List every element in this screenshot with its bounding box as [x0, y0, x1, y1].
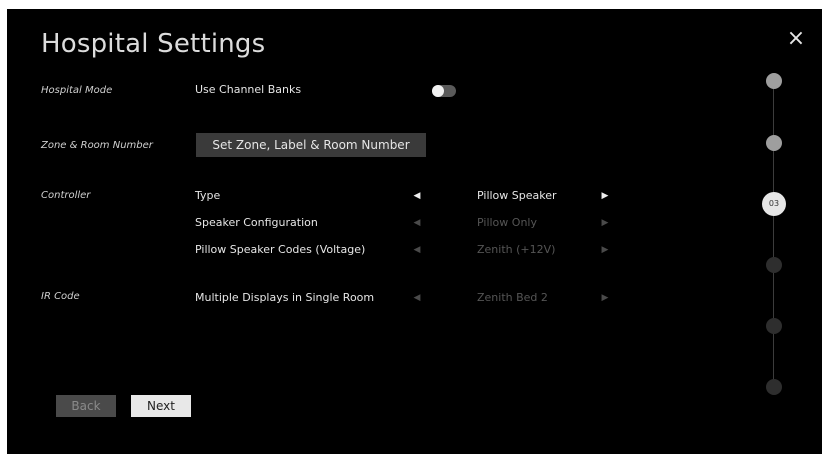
pillow-speaker-codes-label: Pillow Speaker Codes (Voltage) — [195, 243, 366, 256]
speaker-config-next-arrow-icon: ▶ — [601, 218, 609, 228]
section-label-ir-code: IR Code — [41, 291, 80, 302]
close-icon[interactable]: × — [786, 28, 806, 50]
step-2 — [766, 135, 782, 151]
type-value: Pillow Speaker — [477, 189, 557, 202]
use-channel-banks-toggle[interactable] — [432, 85, 456, 97]
type-label: Type — [195, 189, 221, 202]
speaker-config-prev-arrow-icon: ◀ — [413, 218, 421, 228]
section-label-controller: Controller — [41, 190, 91, 201]
multiple-displays-prev-arrow-icon: ◀ — [413, 293, 421, 303]
multiple-displays-label: Multiple Displays in Single Room — [195, 291, 375, 304]
step-6 — [766, 379, 782, 395]
multiple-displays-next-arrow-icon: ▶ — [601, 293, 609, 303]
next-button[interactable]: Next — [131, 395, 191, 417]
step-4 — [766, 257, 782, 273]
section-label-zone: Zone & Room Number — [41, 140, 153, 151]
multiple-displays-value: Zenith Bed 2 — [477, 291, 548, 304]
toggle-knob — [432, 85, 444, 97]
settings-panel: Hospital Settings × Hospital Mode Use Ch… — [7, 9, 822, 454]
pillow-speaker-codes-value: Zenith (+12V) — [477, 243, 556, 256]
step-5 — [766, 318, 782, 334]
page-title: Hospital Settings — [41, 29, 266, 59]
stepper-track — [773, 81, 774, 387]
speaker-configuration-value: Pillow Only — [477, 216, 537, 229]
pillow-codes-next-arrow-icon: ▶ — [601, 245, 609, 255]
type-prev-arrow-icon[interactable]: ◀ — [412, 190, 422, 202]
pillow-codes-prev-arrow-icon: ◀ — [413, 245, 421, 255]
section-label-hospital-mode: Hospital Mode — [41, 85, 113, 96]
speaker-configuration-label: Speaker Configuration — [195, 216, 318, 229]
step-1 — [766, 73, 782, 89]
set-zone-button[interactable]: Set Zone, Label & Room Number — [196, 133, 426, 157]
type-next-arrow-icon[interactable]: ▶ — [600, 190, 610, 202]
back-button[interactable]: Back — [56, 395, 116, 417]
step-current: 03 — [762, 192, 786, 216]
use-channel-banks-label: Use Channel Banks — [195, 83, 302, 96]
